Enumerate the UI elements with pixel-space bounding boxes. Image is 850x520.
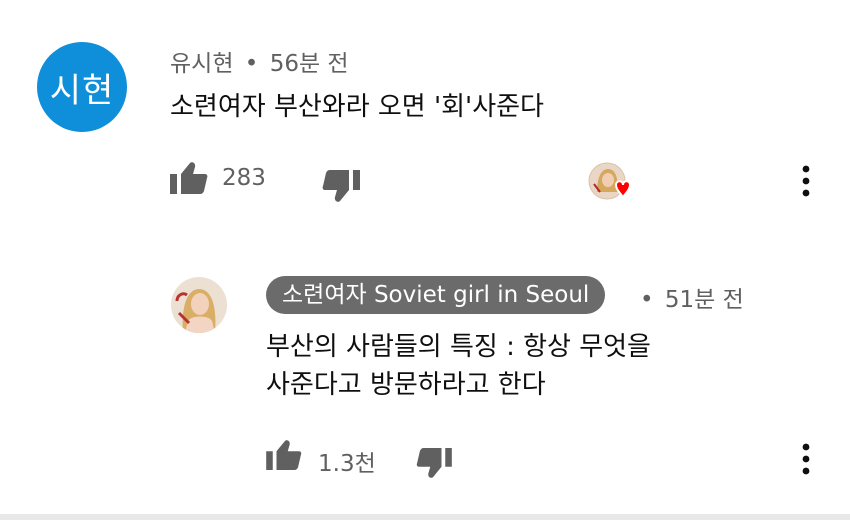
more-options-icon[interactable]	[801, 443, 811, 475]
thumb-down-icon[interactable]	[416, 448, 452, 478]
thumb-up-icon[interactable]	[266, 440, 302, 470]
commenter-avatar[interactable]: 시현	[37, 42, 127, 132]
like-count: 283	[222, 165, 266, 191]
channel-owner-chip[interactable]: 소련여자 Soviet girl in Seoul	[266, 276, 606, 314]
reply-time[interactable]: 51분 전	[665, 287, 744, 313]
reply-text-line-2: 사준다고 방문하라고 한다	[266, 370, 546, 400]
meta-separator: •	[244, 51, 259, 77]
bottom-divider	[0, 514, 850, 520]
reply-meta: • 51분 전	[640, 280, 744, 314]
creator-heart-icon	[588, 162, 638, 208]
comment-header: 유시현 • 56분 전	[170, 44, 349, 78]
thumb-up-icon[interactable]	[170, 162, 208, 194]
more-options-icon[interactable]	[801, 165, 811, 197]
comment-time[interactable]: 56분 전	[270, 51, 349, 77]
thumb-down-icon[interactable]	[322, 170, 360, 202]
reply-avatar[interactable]	[171, 277, 227, 333]
reply-text-line-1: 부산의 사람들의 특징 : 항상 무엇을	[266, 332, 651, 362]
reply-like-count: 1.3천	[318, 451, 376, 477]
comment-author[interactable]: 유시현	[170, 51, 233, 77]
comment-text: 소련여자 부산와라 오면 '회'사준다	[170, 92, 544, 122]
meta-separator: •	[640, 287, 654, 313]
